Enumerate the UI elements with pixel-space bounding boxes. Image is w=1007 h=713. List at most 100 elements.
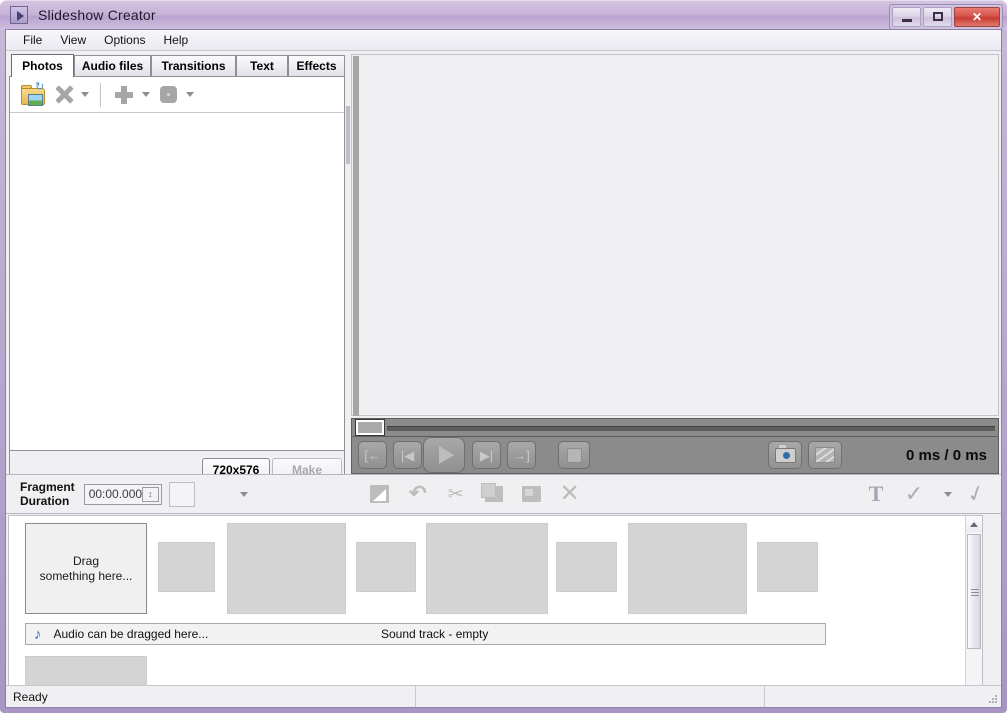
maximize-icon [933,12,943,21]
seek-handle[interactable] [355,419,385,436]
copy-button[interactable] [480,482,505,506]
fragment-toolbar: Fragment Duration 00:00.000 ↕ ↷ ✂ ✕ T ✓ … [6,474,1001,514]
go-to-start-button[interactable]: [← [358,441,387,469]
window-title: Slideshow Creator [38,7,156,23]
apply-dropdown[interactable] [941,480,955,508]
chevron-up-icon [970,521,978,527]
photos-tab-body: ↻ [9,76,345,451]
timeline-thumbnail[interactable] [227,523,346,614]
next-frame-button[interactable]: ▶| [472,441,501,469]
dropzone-line1: Drag [72,553,99,568]
fragment-duration-input[interactable]: 00:00.000 ↕ [83,483,162,505]
apply-all-button[interactable]: ✓ [963,479,988,508]
timeline-thumbnail[interactable] [356,542,416,592]
plus-icon [115,85,133,104]
camera-icon [774,444,796,463]
preview-canvas[interactable] [351,54,999,416]
text-T-icon: T [868,481,884,506]
audio-track[interactable]: ♪ Audio can be dragged here... Sound tra… [25,623,826,645]
toolbar-separator [100,82,101,107]
close-button[interactable]: ✕ [954,7,1000,27]
undo-button[interactable]: ↷ [407,482,429,506]
preview-vertical-scrollbar[interactable] [353,56,359,416]
status-cell-2 [416,686,765,707]
menu-help[interactable]: Help [155,31,198,49]
photo-properties-button[interactable] [153,81,183,109]
snapshot-button[interactable] [768,441,802,469]
scroll-up-button[interactable] [966,516,982,532]
fragment-right-tools: T ✓ ✓ [865,479,989,508]
tab-strip: Photos Audio files Transitions Text Effe… [9,54,345,77]
chevron-down-icon [944,491,952,497]
stop-button[interactable] [558,441,590,469]
menu-view[interactable]: View [51,31,95,49]
effects-icon [815,447,835,463]
photo-properties-dropdown[interactable] [183,81,197,109]
photo-file-list[interactable] [10,113,344,450]
text-button[interactable]: T [865,482,887,506]
scrollbar-thumb[interactable] [967,534,981,649]
chevron-down-icon [81,92,89,97]
playback-toolbar: [← |◀ ▶| →] 0 ms / 0 ms [351,437,999,474]
delete-button[interactable]: ✕ [559,482,581,506]
crop-button[interactable] [369,482,391,506]
music-note-icon: ♪ [34,625,42,643]
dropzone-line2: something here... [39,568,133,583]
tab-transitions[interactable]: Transitions [151,55,236,76]
rounded-square-icon [159,86,177,103]
menu-file[interactable]: File [14,31,51,49]
scissors-icon: ✂ [447,483,464,505]
title-bar: Slideshow Creator ✕ [0,0,1007,30]
timeline-thumbnail[interactable] [757,542,818,592]
remove-photo-button[interactable] [48,81,78,109]
status-cell-1: Ready [6,686,416,707]
timeline-thumbnail[interactable] [628,523,747,614]
timeline-vertical-scrollbar[interactable] [965,516,982,702]
add-photo-dropdown[interactable] [139,81,153,109]
tab-photos[interactable]: Photos [11,54,74,77]
cut-button[interactable]: ✂ [445,482,467,506]
resize-grip-icon[interactable] [988,694,998,704]
total-time: 0 ms [952,446,987,464]
maximize-button[interactable] [923,7,952,27]
timeline-panel[interactable]: Drag something here... ♪ Audio can be dr… [8,515,983,703]
drag-dropzone[interactable]: Drag something here... [25,523,147,614]
add-photo-button[interactable] [109,81,139,109]
left-panel: Photos Audio files Transitions Text Effe… [9,54,345,498]
spinner-icon[interactable]: ↕ [141,486,159,502]
tab-text[interactable]: Text [236,55,288,76]
fragment-label-line2: Duration [20,494,70,508]
client-area: File View Options Help Photos Audio file… [5,29,1002,708]
effects-preview-button[interactable] [808,441,842,469]
photos-toolbar: ↻ [10,77,344,113]
chevron-down-icon [186,92,194,97]
tab-effects[interactable]: Effects [288,55,345,76]
paste-button[interactable] [521,482,543,506]
timeline-thumbnail[interactable] [556,542,617,592]
seek-bar[interactable] [351,418,999,437]
timeline-thumbnail[interactable] [158,542,215,592]
seek-track [387,426,995,431]
fragment-color-swatch[interactable] [168,481,195,507]
audio-track-hint: Audio can be dragged here... [53,627,209,641]
minimize-button[interactable] [892,7,921,27]
current-time: 0 ms [906,446,941,464]
go-to-end-button[interactable]: →] [507,441,536,469]
play-button[interactable] [423,437,465,473]
previous-frame-icon: |◀ [400,447,415,463]
cross-icon: ✕ [559,480,580,507]
fragment-edit-tools: ↷ ✂ ✕ [369,482,597,506]
open-folder-button[interactable]: ↻ [18,81,48,109]
tab-audio-files[interactable]: Audio files [74,55,151,76]
undo-icon: ↷ [408,482,427,505]
fragment-dropdown[interactable] [235,485,253,503]
previous-frame-button[interactable]: |◀ [393,441,422,469]
apply-button[interactable]: ✓ [903,482,925,506]
audio-track-status: Sound track - empty [381,627,489,641]
go-to-end-icon: →] [513,447,530,463]
menu-options[interactable]: Options [95,31,154,49]
timeline-thumbnail[interactable] [426,523,548,614]
application-window: Slideshow Creator ✕ File View Options He… [0,0,1007,713]
crop-icon [370,485,390,503]
remove-photo-dropdown[interactable] [78,81,92,109]
